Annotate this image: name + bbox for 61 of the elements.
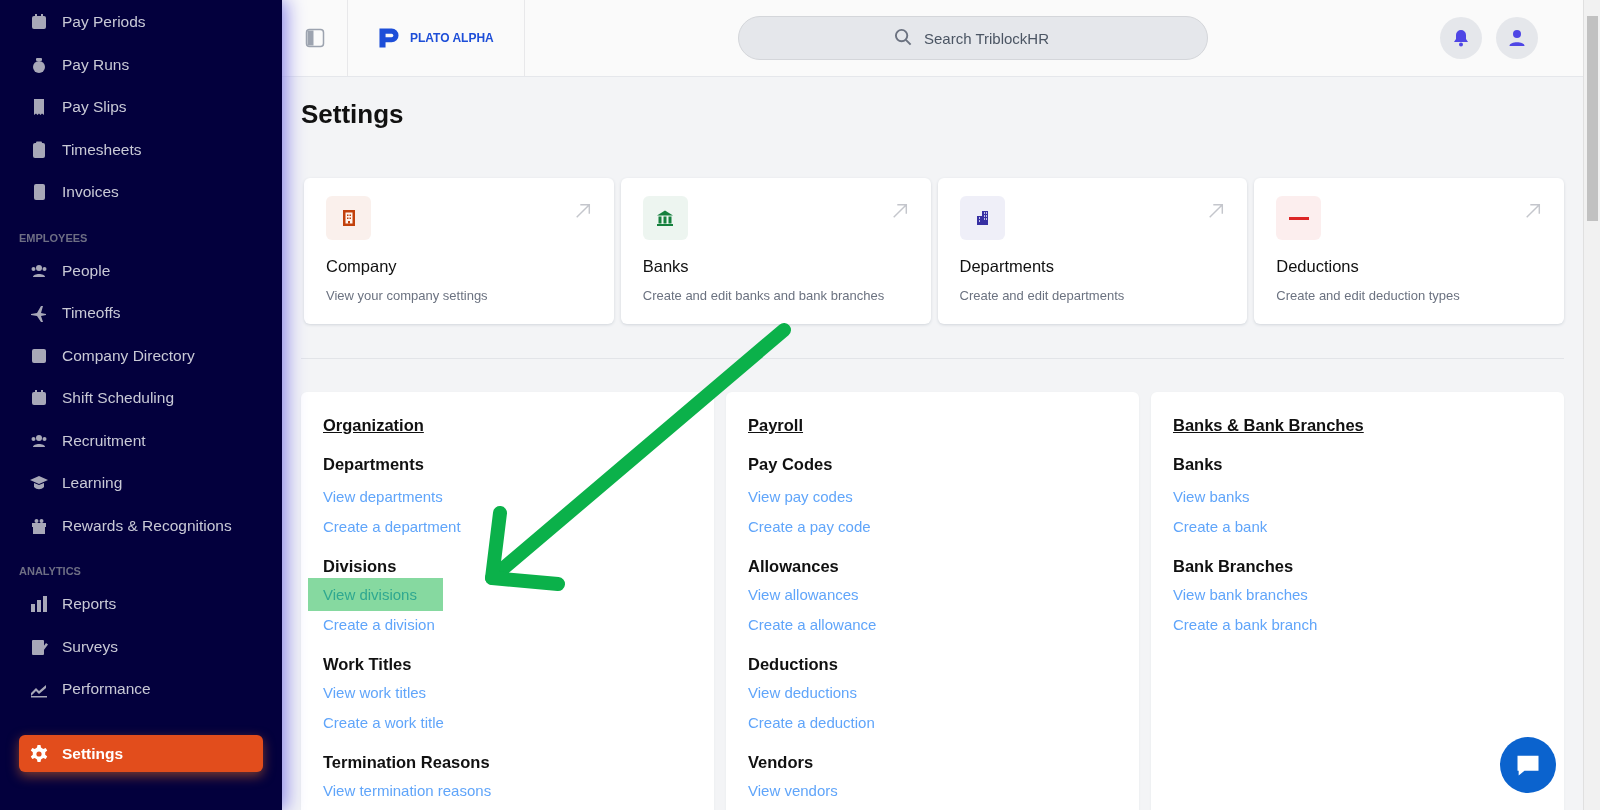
nav-item[interactable]: Pay Runs	[19, 43, 263, 86]
group-title: Divisions	[323, 557, 398, 577]
arrow-up-right-icon	[573, 202, 592, 220]
card-description: Create and edit banks and bank branches	[642, 288, 886, 303]
nav-item[interactable]: Surveys	[19, 625, 263, 668]
card-title: Company	[326, 257, 398, 276]
page-title: Settings	[301, 99, 405, 129]
group-title: Bank Branches	[1173, 557, 1295, 577]
arrow-up-right-icon	[1524, 202, 1542, 220]
arrow-up-right-icon	[890, 202, 909, 220]
group-title: Work Titles	[323, 655, 413, 675]
group-title: Vendors	[748, 753, 815, 773]
card-title: Deductions	[1276, 257, 1360, 276]
settings-card[interactable]: Company View your company settings	[304, 178, 614, 324]
nav-item[interactable]: Rewards & Recognitions	[19, 504, 263, 547]
nav-item[interactable]: Pay Slips	[19, 86, 263, 129]
section-heading: EMPLOYEES	[19, 231, 89, 246]
logo-icon	[376, 25, 402, 51]
notifications-button[interactable]	[1440, 17, 1482, 59]
logo-text: PLATO ALPHA	[410, 31, 494, 45]
settings-card[interactable]: Deductions Create and edit deduction types	[1254, 178, 1564, 324]
card-title: Departments	[959, 257, 1055, 276]
nav-item[interactable]: Settings	[19, 735, 263, 772]
section-heading: ANALYTICS	[19, 565, 82, 579]
section-title: Banks & Bank Branches	[1173, 416, 1365, 435]
group-title: Pay Codes	[748, 455, 834, 475]
settings-icon	[29, 743, 49, 764]
group-title: Termination Reasons	[323, 753, 491, 773]
card-description: Create and edit departments	[959, 288, 1126, 303]
card-description: View your company settings	[326, 288, 489, 303]
sidebar-toggle-icon[interactable]	[304, 28, 325, 48]
group-title: Departments	[323, 455, 425, 475]
settings-card[interactable]: Banks Create and edit banks and bank branches	[620, 178, 931, 324]
nav-item[interactable]: Learning	[19, 462, 263, 505]
airplane-icon	[29, 303, 49, 324]
card-description: Create and edit deduction types	[1276, 288, 1461, 303]
profile-button[interactable]	[1496, 17, 1538, 59]
nav-item[interactable]: People	[19, 249, 263, 292]
nav-item[interactable]: Timeoffs	[19, 292, 263, 335]
bell-icon	[1451, 28, 1471, 48]
bar-chart-icon	[29, 594, 49, 615]
nav-item[interactable]: Shift Scheduling	[19, 377, 263, 420]
group-title: Allowances	[748, 557, 840, 577]
search-icon	[893, 28, 913, 47]
section-title: Payroll	[748, 416, 805, 435]
nav-item[interactable]: Reports	[19, 583, 263, 626]
nav-item[interactable]: Invoices	[19, 171, 263, 214]
search-field[interactable]: Search TriblockHR	[737, 16, 1208, 60]
nav-item[interactable]: Performance	[19, 668, 263, 711]
group-title: Banks	[1173, 455, 1224, 475]
settings-card[interactable]: Departments Create and edit departments	[937, 178, 1248, 324]
card-title: Banks	[642, 257, 690, 276]
nav-item[interactable]: Recruitment	[19, 419, 263, 462]
scrollbar[interactable]	[1583, 0, 1600, 810]
user-icon	[1507, 28, 1527, 48]
nav-item[interactable]: Company Directory	[19, 334, 263, 377]
nav-item[interactable]: Pay Periods	[19, 1, 263, 44]
section-title: Organization	[323, 416, 425, 435]
arrow-up-right-icon	[1207, 202, 1226, 220]
nav-item[interactable]: Timesheets	[19, 128, 263, 171]
group-title: Deductions	[748, 655, 839, 675]
